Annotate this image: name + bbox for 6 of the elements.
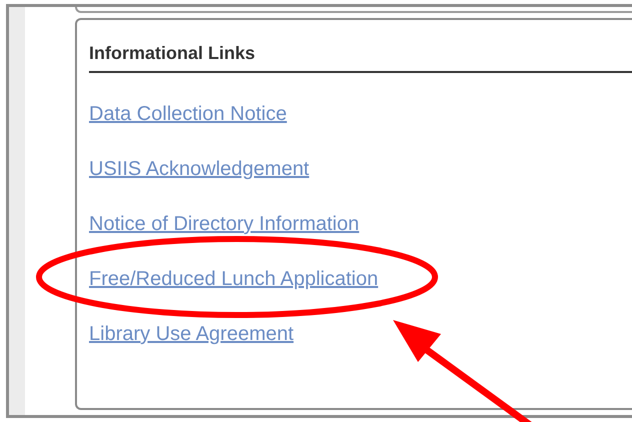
info-link[interactable]: Notice of Directory Information	[89, 213, 360, 235]
info-link[interactable]: USIIS Acknowledgement	[89, 158, 310, 180]
panel-title: Informational Links	[89, 40, 632, 73]
info-link[interactable]: Data Collection Notice	[89, 103, 287, 125]
info-link[interactable]: Free/Reduced Lunch Application	[89, 268, 378, 290]
info-link[interactable]: Library Use Agreement	[89, 323, 294, 345]
